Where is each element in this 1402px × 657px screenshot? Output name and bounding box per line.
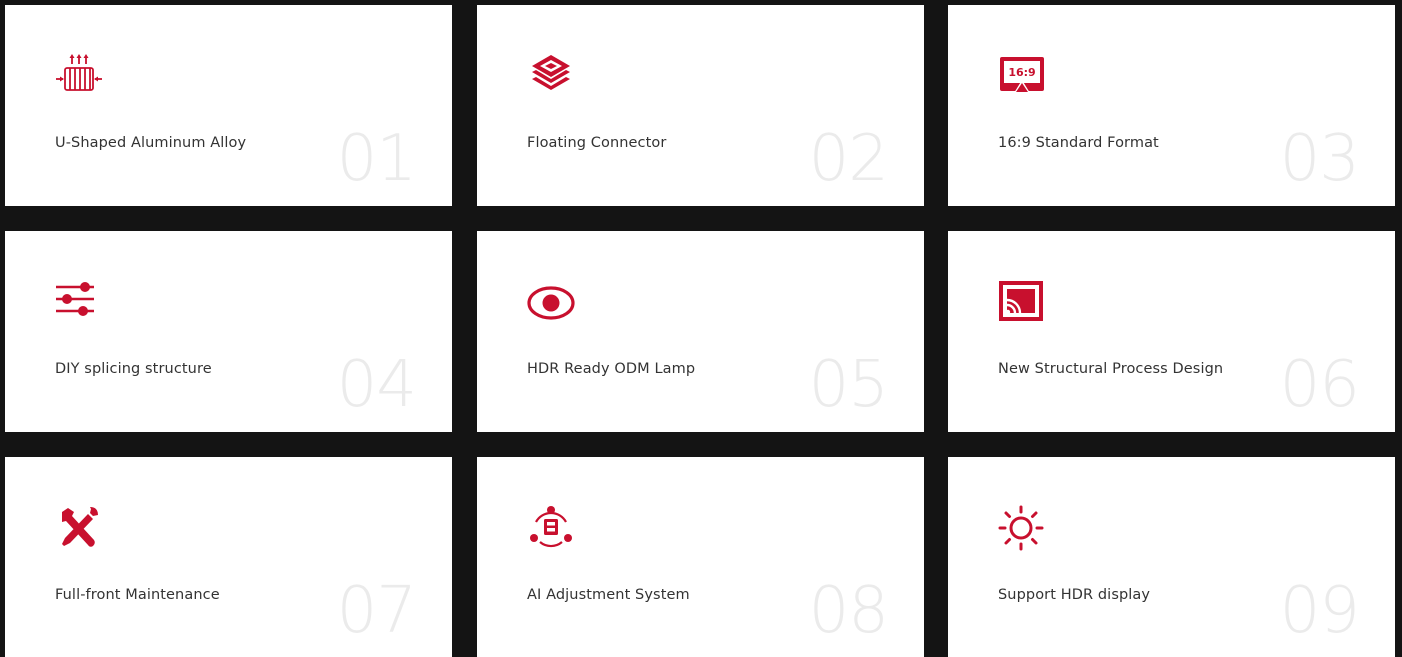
feature-card-04: DIY splicing structure 04 [5,231,452,432]
feature-number: 02 [808,122,889,196]
feature-number: 01 [336,122,417,196]
feature-label: Full-front Maintenance [55,587,220,603]
layers-icon [526,50,576,100]
feature-card-09: Support HDR display 09 [948,457,1395,657]
cast-icon [997,276,1047,326]
aspect-ratio-text: 16:9 [1008,66,1035,79]
eye-icon [526,276,576,326]
feature-number: 09 [1279,574,1360,648]
feature-label: Support HDR display [998,587,1151,603]
heat-dissipation-icon [54,50,104,100]
feature-label: U-Shaped Aluminum Alloy [55,135,247,151]
feature-label: DIY splicing structure [55,361,212,377]
feature-card-02: Floating Connector 02 [477,5,924,206]
feature-card-03: 16:9 16:9 Standard Format 03 [948,5,1395,206]
sun-icon [997,502,1047,552]
tools-icon [54,502,104,552]
feature-label: Floating Connector [527,135,667,151]
feature-card-07: Full-front Maintenance 07 [5,457,452,657]
feature-card-08: AI Adjustment System 08 [477,457,924,657]
feature-card-06: New Structural Process Design 06 [948,231,1395,432]
feature-number: 04 [336,348,417,422]
feature-label: 16:9 Standard Format [998,135,1159,151]
feature-number: 08 [808,574,889,648]
sliders-icon [54,276,104,326]
feature-grid: U-Shaped Aluminum Alloy 01 Floating Conn… [0,0,1402,657]
ai-system-icon [526,502,576,552]
feature-label: New Structural Process Design [998,361,1224,377]
feature-number: 05 [808,348,889,422]
feature-number: 03 [1279,122,1360,196]
feature-card-01: U-Shaped Aluminum Alloy 01 [5,5,452,206]
aspect-ratio-icon: 16:9 [997,50,1047,100]
feature-label: HDR Ready ODM Lamp [527,361,696,377]
feature-number: 07 [336,574,417,648]
feature-card-05: HDR Ready ODM Lamp 05 [477,231,924,432]
feature-label: AI Adjustment System [527,587,690,603]
feature-number: 06 [1279,348,1360,422]
